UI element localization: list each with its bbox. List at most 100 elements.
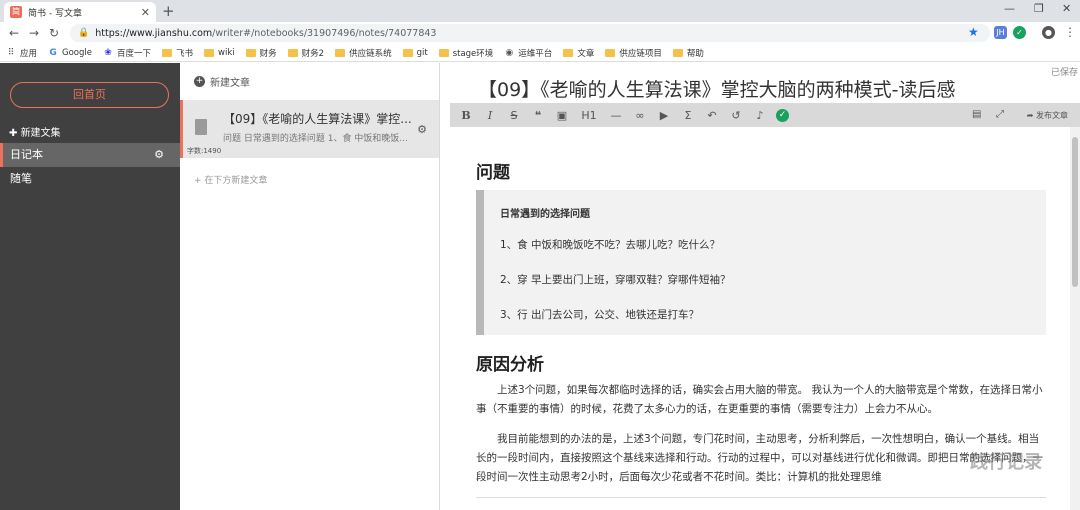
- bold-icon[interactable]: B: [458, 109, 474, 122]
- editor-pane: 已保存 【09】《老喻的人生算法课》掌控大脑的两种模式-读后感 B I S ❝ …: [450, 63, 1080, 510]
- back-arrow-icon[interactable]: ←: [4, 26, 24, 40]
- formula-sigma-icon[interactable]: Σ: [680, 109, 696, 122]
- folder-icon: [563, 48, 574, 57]
- grammar-check-icon[interactable]: ✓: [776, 108, 789, 122]
- heading-problem: 问题: [476, 163, 510, 183]
- folder-icon: [162, 48, 173, 57]
- save-icon[interactable]: ▤: [972, 109, 981, 120]
- close-icon[interactable]: ✕: [141, 6, 150, 19]
- bookmark-folder[interactable]: stage环境: [438, 47, 493, 59]
- folder-icon: [204, 48, 215, 57]
- new-notebook-button[interactable]: ✚ 新建文集: [9, 124, 61, 139]
- window-close-icon[interactable]: ✕: [1062, 2, 1071, 15]
- list-item[interactable]: 【09】《老喻的人生算法课》掌控... 问题 日常遇到的选择问题 1、食 中饭和…: [180, 100, 439, 158]
- bookmark-label: 财务: [259, 48, 277, 59]
- title-input[interactable]: 【09】《老喻的人生算法课》掌控大脑的两种模式-读后感: [478, 75, 956, 102]
- bookmarks-bar: ⠿ 应用 G Google ❀ 百度一下 飞书 wiki 财务 财务2 供应链系统 g…: [0, 44, 1080, 62]
- sidebar-item-label: 随笔: [10, 172, 32, 185]
- minimize-icon[interactable]: —: [1004, 2, 1015, 15]
- bookmark-folder[interactable]: 文章: [563, 47, 594, 59]
- bookmark-folder[interactable]: 财务: [245, 47, 277, 59]
- bookmark-label: git: [416, 47, 428, 58]
- bookmark-label: 运维平台: [518, 48, 553, 59]
- folder-icon: [335, 48, 346, 57]
- folder-icon: [245, 48, 256, 57]
- bookmark-folder[interactable]: 供应链系统: [335, 47, 392, 59]
- bookmark-label: 供应链项目: [619, 48, 662, 59]
- url-input[interactable]: 🔒 https://www.jianshu.com/writer#/notebo…: [70, 24, 990, 42]
- video-icon[interactable]: ▶: [656, 109, 672, 122]
- bookmark-folder[interactable]: 飞书: [162, 47, 193, 59]
- note-list: + 新建文章 【09】《老喻的人生算法课》掌控... 问题 日常遇到的选择问题 …: [180, 63, 440, 510]
- globe-icon: ◉: [505, 47, 514, 58]
- jianshu-favicon-icon: 简: [10, 6, 22, 18]
- maximize-icon[interactable]: ❐: [1034, 2, 1044, 15]
- heading-reason: 原因分析: [476, 355, 544, 375]
- bookmark-label: 财务2: [301, 48, 325, 59]
- bookmark-star-icon[interactable]: ★: [968, 25, 979, 39]
- bookmark-folder[interactable]: 供应链项目: [605, 47, 662, 59]
- bookmark-label: 应用: [20, 48, 38, 59]
- gear-icon[interactable]: ⚙: [154, 143, 164, 167]
- sidebar-item-label: 日记本: [10, 148, 43, 161]
- bookmark-label: Google: [62, 47, 92, 58]
- publish-button[interactable]: ➦ 发布文章: [1027, 110, 1068, 121]
- new-article-button[interactable]: + 新建文章: [194, 74, 250, 89]
- bookmark-baidu[interactable]: ❀ 百度一下: [103, 47, 151, 59]
- document-icon: [195, 119, 207, 135]
- sidebar-item-essay[interactable]: 随笔: [0, 167, 180, 191]
- browser-tab[interactable]: 简 简书 - 写文章 ✕: [4, 2, 156, 22]
- bookmark-folder[interactable]: git: [402, 47, 428, 58]
- bookmark-folder[interactable]: wiki: [204, 48, 235, 58]
- heading-icon[interactable]: H1: [578, 109, 600, 122]
- scrollbar-thumb[interactable]: [1072, 137, 1078, 287]
- extension-jh-icon[interactable]: JH: [994, 26, 1007, 39]
- note-abstract: 问题 日常遇到的选择问题 1、食 中饭和晚饭...: [223, 134, 408, 144]
- google-icon: G: [49, 47, 57, 58]
- folder-icon: [402, 48, 413, 57]
- undo-icon[interactable]: ↶: [704, 109, 720, 122]
- gear-icon[interactable]: ⚙: [417, 123, 427, 136]
- fullscreen-icon[interactable]: ⤢: [996, 109, 1004, 120]
- audio-icon[interactable]: ♪: [752, 109, 768, 122]
- bookmark-label: 供应链系统: [349, 48, 392, 59]
- folder-icon: [287, 48, 298, 57]
- blockquote: 日常遇到的选择问题 1、食 中饭和晚饭吃不吃？去哪儿吃？吃什么？ 2、穿 早上要…: [476, 190, 1046, 335]
- bookmark-label: 帮助: [686, 48, 704, 59]
- strikethrough-icon[interactable]: S: [506, 109, 522, 122]
- lock-icon: 🔒: [78, 28, 90, 38]
- new-tab-plus-icon[interactable]: +: [162, 2, 175, 20]
- reload-icon[interactable]: ↻: [44, 26, 64, 40]
- url-path: /writer#/notebooks/31907496/notes/740778…: [212, 27, 437, 39]
- sidebar-item-diary[interactable]: 日记本 ⚙: [0, 143, 180, 167]
- scrollbar[interactable]: [1070, 127, 1080, 510]
- bookmark-apps[interactable]: ⠿ 应用: [6, 47, 37, 59]
- menu-dots-icon[interactable]: ⋮: [1064, 25, 1076, 39]
- bookmark-folder[interactable]: 财务2: [287, 47, 325, 59]
- bookmark-label: 文章: [577, 48, 595, 59]
- profile-avatar-icon[interactable]: ●: [1042, 26, 1055, 39]
- address-bar-row: ← → ↻ 🔒 https://www.jianshu.com/writer#/…: [0, 22, 1080, 44]
- extension-check-icon[interactable]: ✓: [1013, 26, 1026, 39]
- bookmark-site[interactable]: ◉ 运维平台: [504, 47, 552, 59]
- quote-heading: 日常遇到的选择问题: [500, 209, 590, 220]
- history-icon[interactable]: ↺: [728, 109, 744, 122]
- italic-icon[interactable]: I: [482, 109, 498, 122]
- apps-grid-icon: ⠿: [7, 47, 15, 58]
- new-notebook-label: 新建文集: [20, 128, 61, 139]
- forward-arrow-icon[interactable]: →: [24, 26, 44, 40]
- save-status: 已保存: [1050, 68, 1078, 78]
- image-icon[interactable]: ▣: [554, 109, 570, 122]
- quote-icon[interactable]: ❝: [530, 109, 546, 122]
- new-below-label: 在下方新建文章: [204, 176, 268, 186]
- bookmark-folder[interactable]: 帮助: [672, 47, 704, 59]
- watermark: 践行记录: [970, 452, 1042, 473]
- home-button[interactable]: 回首页: [10, 82, 169, 108]
- plus-icon: ✚: [9, 128, 21, 139]
- quote-line: 2、穿 早上要出门上班，穿哪双鞋？穿哪件短袖？: [500, 274, 731, 286]
- link-icon[interactable]: ∞: [632, 109, 648, 122]
- horizontal-rule-icon[interactable]: —: [608, 109, 624, 122]
- url-host: https://www.jianshu.com: [95, 27, 213, 39]
- new-article-below-button[interactable]: + 在下方新建文章: [194, 173, 267, 186]
- bookmark-google[interactable]: G Google: [48, 48, 92, 58]
